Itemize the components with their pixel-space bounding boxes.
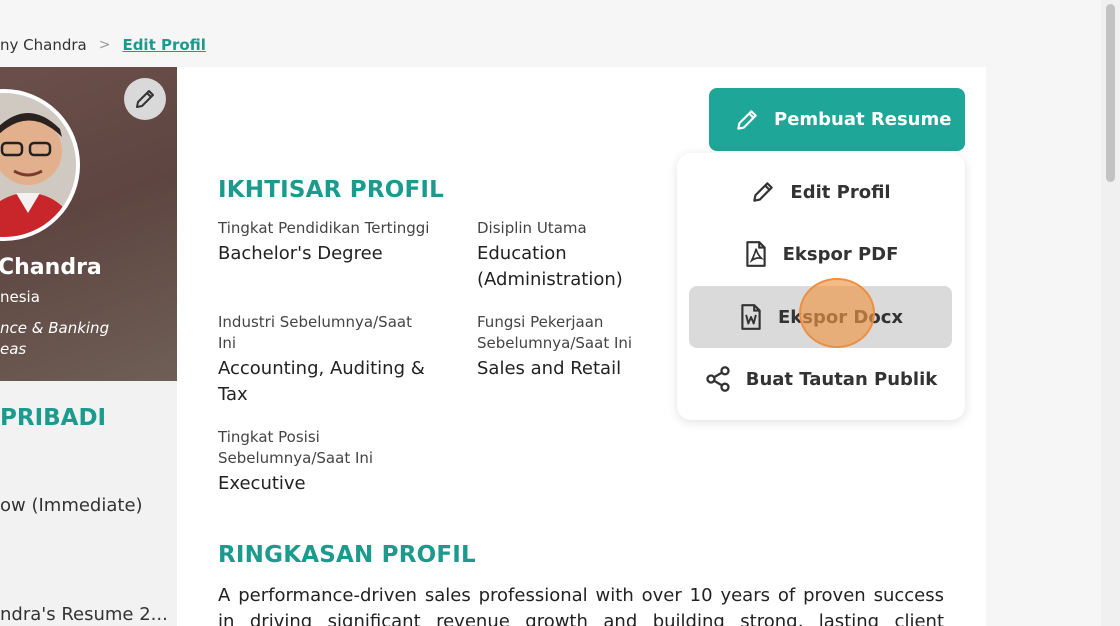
field-main-discipline: Disiplin Utama Education (Administration… [477, 218, 677, 293]
field-label: Disiplin Utama [477, 219, 587, 237]
page-scrollbar[interactable] [1101, 0, 1120, 626]
pencil-icon [136, 90, 154, 108]
menu-item-label: Edit Profil [790, 181, 891, 203]
profile-sidebar: Chandra nesia nce & Banking eas PRIBADI … [0, 67, 177, 626]
field-value: Executive [218, 473, 306, 494]
edit-photo-button[interactable] [124, 78, 166, 120]
profile-country: nesia [0, 288, 40, 306]
main-content: IKHTISAR PROFIL Tingkat Pendidikan Terti… [177, 67, 986, 626]
menu-item-export-docx[interactable]: Ekspor Docx [689, 286, 952, 348]
field-industry: Industri Sebelumnya/Saat Ini Accounting,… [218, 312, 433, 408]
menu-item-label: Buat Tautan Publik [745, 368, 938, 390]
pdf-file-icon [745, 241, 766, 267]
chevron-right-icon: > [98, 37, 111, 53]
field-value: Bachelor's Degree [218, 243, 383, 264]
resume-file-link[interactable]: ndra's Resume 2... [0, 604, 168, 625]
field-label: Industri Sebelumnya/Saat Ini [218, 313, 412, 352]
field-job-function: Fungsi Pekerjaan Sebelumnya/Saat Ini Sal… [477, 312, 662, 382]
profile-industry-line1: nce & Banking [0, 319, 110, 337]
share-icon [706, 366, 730, 392]
field-value: Education (Administration) [477, 243, 623, 290]
resume-builder-button[interactable]: Pembuat Resume [709, 88, 965, 151]
profile-industry: nce & Banking eas [0, 318, 109, 360]
breadcrumb-profile-link[interactable]: ny Chandra [0, 36, 87, 54]
profile-card: Chandra nesia nce & Banking eas [0, 67, 177, 381]
menu-item-export-pdf[interactable]: Ekspor PDF [689, 223, 952, 285]
menu-item-label: Ekspor PDF [782, 243, 899, 265]
scrollbar-thumb[interactable] [1106, 4, 1115, 182]
summary-title: RINGKASAN PROFIL [218, 542, 476, 568]
menu-item-label: Ekspor Docx [778, 306, 903, 328]
field-value: Accounting, Auditing & Tax [218, 358, 425, 405]
menu-item-edit-profile[interactable]: Edit Profil [689, 161, 952, 223]
profile-name: Chandra [0, 255, 102, 280]
pencil-icon [753, 182, 774, 202]
overview-title: IKHTISAR PROFIL [218, 177, 445, 203]
resume-builder-menu: Edit Profil Ekspor PDF Ekspor Docx Buat … [677, 153, 965, 420]
pencil-icon [737, 109, 757, 130]
field-label: Tingkat Posisi Sebelumnya/Saat Ini [218, 428, 374, 467]
docx-file-icon [741, 304, 761, 330]
field-value: Sales and Retail [477, 358, 622, 379]
avatar [0, 89, 80, 241]
field-label: Fungsi Pekerjaan Sebelumnya/Saat Ini [477, 313, 633, 352]
profile-industry-line2: eas [0, 340, 27, 358]
breadcrumb-current[interactable]: Edit Profil [122, 36, 205, 54]
menu-item-public-link[interactable]: Buat Tautan Publik [689, 348, 952, 410]
summary-text: A performance-driven sales professional … [218, 585, 944, 626]
field-position-level: Tingkat Posisi Sebelumnya/Saat Ini Execu… [218, 427, 408, 497]
personal-section-title: PRIBADI [0, 405, 107, 431]
breadcrumb: ny Chandra > Edit Profil [0, 36, 206, 54]
field-education-level: Tingkat Pendidikan Tertinggi Bachelor's … [218, 218, 438, 267]
field-label: Tingkat Pendidikan Tertinggi [218, 219, 430, 237]
resume-builder-label: Pembuat Resume [774, 109, 952, 130]
availability-value: ow (Immediate) [0, 495, 143, 516]
